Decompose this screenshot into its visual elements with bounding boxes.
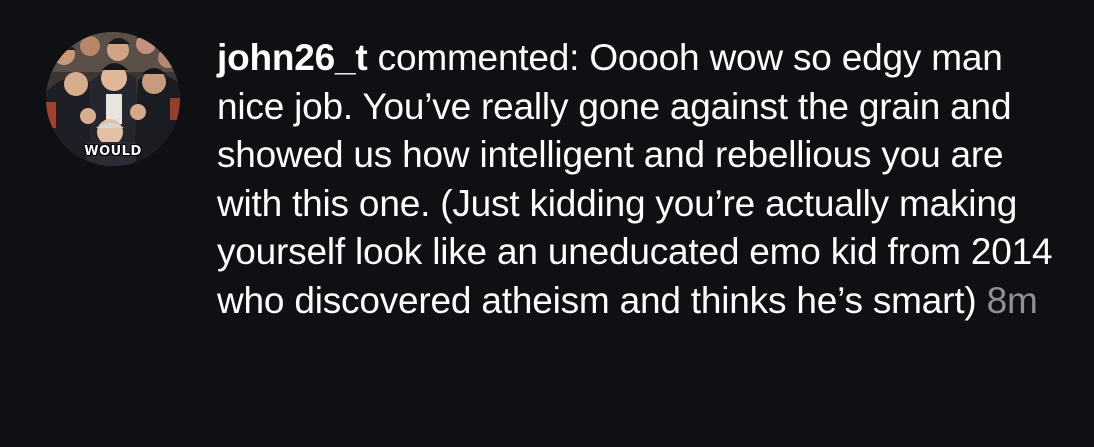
username-link[interactable]: john26_t	[217, 37, 368, 78]
timestamp: 8m	[986, 279, 1038, 321]
comment-text-block: john26_t commented: Ooooh wow so edgy ma…	[217, 34, 1077, 325]
avatar[interactable]: WOULD	[46, 32, 180, 166]
comment-notification[interactable]: WOULD john26_t commented: Ooooh wow so e…	[0, 0, 1094, 447]
avatar-caption: WOULD	[84, 144, 142, 159]
action-label: commented:	[377, 37, 580, 78]
comment-body: Ooooh wow so edgy man nice job. You’ve r…	[217, 37, 1053, 321]
